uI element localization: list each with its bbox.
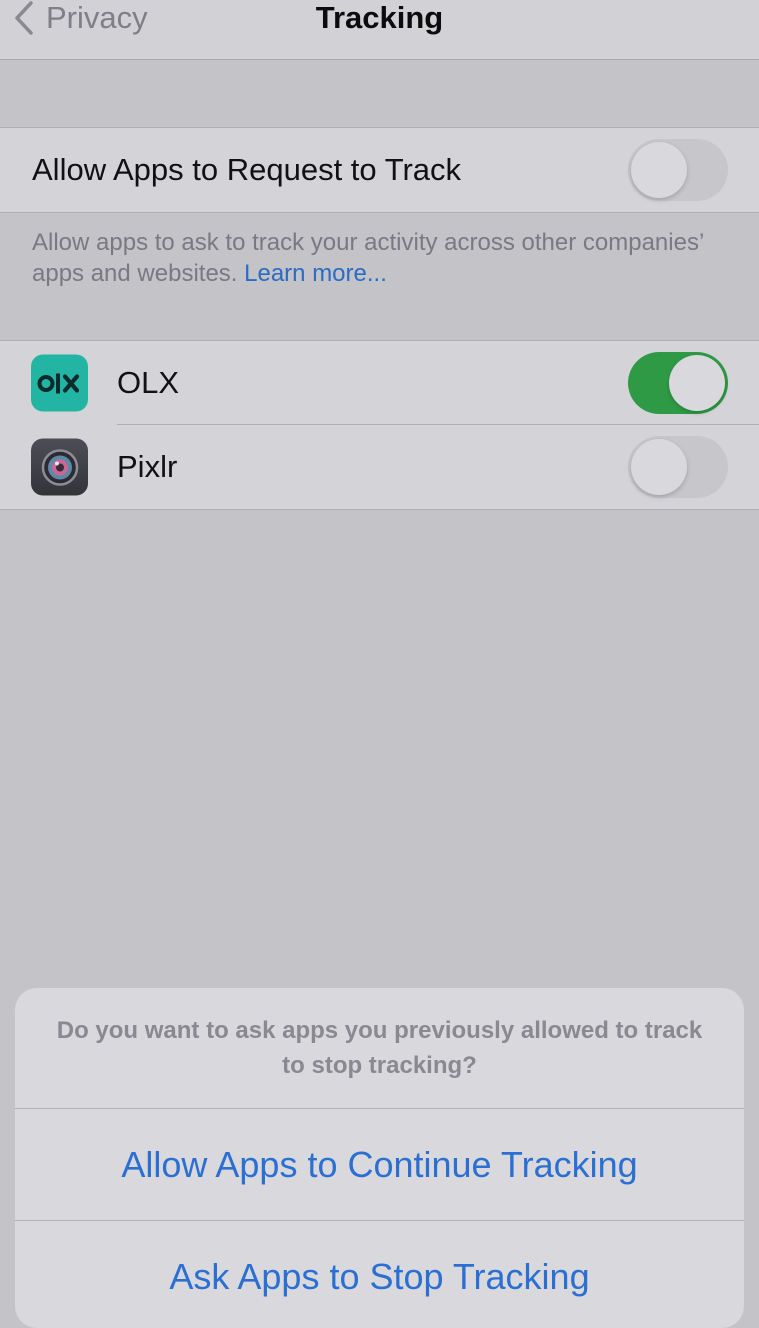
- olx-app-icon: [31, 354, 88, 412]
- allow-request-label: Allow Apps to Request to Track: [32, 152, 462, 187]
- action-sheet: Do you want to ask apps you previously a…: [15, 988, 744, 1328]
- navigation-bar: Privacy Tracking: [0, 0, 759, 60]
- allow-request-toggle[interactable]: [628, 139, 728, 201]
- sheet-divider: [15, 1108, 744, 1109]
- app-row-olx: OLX: [0, 341, 759, 425]
- olx-tracking-toggle[interactable]: [628, 352, 728, 414]
- allow-continue-tracking-button[interactable]: Allow Apps to Continue Tracking: [15, 1110, 744, 1220]
- action-sheet-message: Do you want to ask apps you previously a…: [56, 1017, 703, 1079]
- allow-request-row: Allow Apps to Request to Track: [0, 128, 759, 212]
- app-name: OLX: [117, 365, 180, 400]
- toggle-knob: [669, 355, 725, 411]
- page-title: Tracking: [315, 0, 444, 35]
- pixlr-tracking-toggle[interactable]: [628, 436, 728, 498]
- sheet-divider: [15, 1220, 744, 1221]
- app-name: Pixlr: [117, 449, 178, 484]
- apps-group: OLX Pixlr: [0, 340, 759, 510]
- tracking-description: Allow apps to ask to track your activity…: [32, 227, 712, 289]
- toggle-knob: [631, 439, 687, 495]
- app-row-pixlr: Pixlr: [0, 425, 759, 509]
- allow-request-group: Allow Apps to Request to Track: [0, 127, 759, 213]
- ask-stop-tracking-button[interactable]: Ask Apps to Stop Tracking: [15, 1222, 744, 1328]
- learn-more-link[interactable]: Learn more...: [244, 260, 387, 287]
- toggle-knob: [631, 142, 687, 198]
- pixlr-app-icon: [31, 438, 88, 496]
